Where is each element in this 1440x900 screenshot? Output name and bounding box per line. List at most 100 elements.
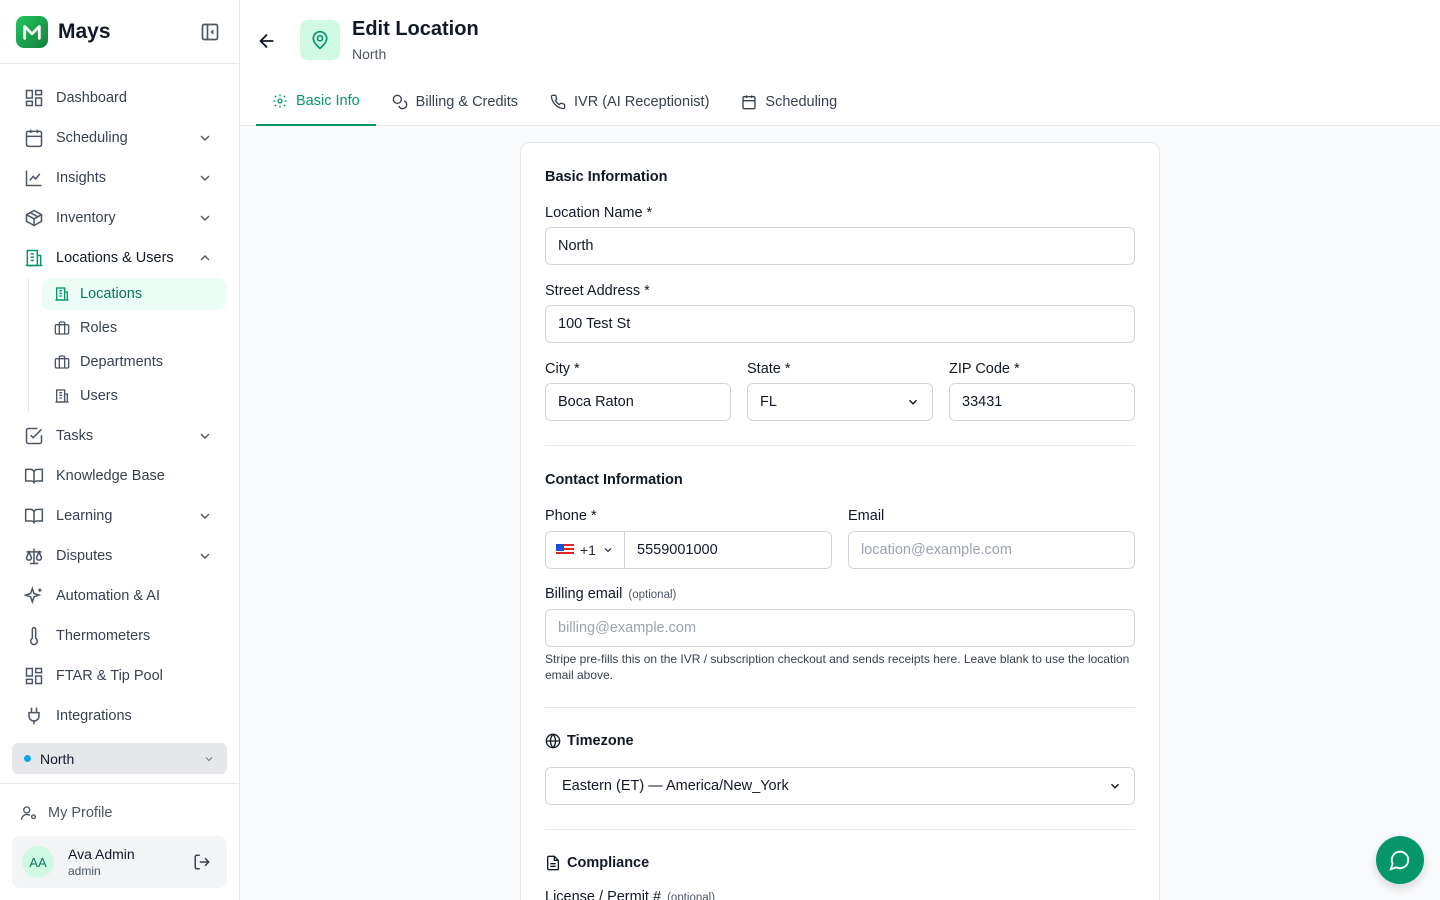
tab-basic-info[interactable]: Basic Info — [256, 78, 376, 126]
chevron-down-icon — [200, 433, 210, 439]
page-title: Edit Location — [352, 18, 479, 40]
chat-button[interactable] — [1376, 836, 1424, 884]
sidebar-subitem-departments[interactable]: Departments — [42, 346, 226, 378]
street-address-label: Street Address * — [545, 283, 650, 299]
location-name-label: Location Name * — [545, 205, 653, 221]
chevron-down-icon — [200, 135, 210, 141]
user-cog-icon — [20, 804, 38, 822]
my-profile-link[interactable]: My Profile — [12, 794, 227, 832]
license-label: License / Permit # (optional) — [545, 889, 715, 900]
section-title-basic: Basic Information — [545, 169, 668, 185]
chevron-down-icon — [200, 175, 210, 181]
license-label-text: License / Permit # — [545, 889, 662, 900]
sidebar-subitem-users[interactable]: Users — [42, 380, 226, 412]
sidebar: Mays Dashboard Scheduling Insights Inven… — [0, 0, 240, 900]
building-icon — [54, 286, 70, 302]
sidebar-item-insights[interactable]: Insights — [0, 158, 239, 198]
chevron-down-icon — [200, 513, 210, 519]
scale-icon — [24, 546, 44, 566]
sidebar-item-label: Learning — [56, 508, 113, 524]
tab-scheduling[interactable]: Scheduling — [725, 78, 853, 126]
phone-input[interactable]: 5559001000 — [625, 532, 831, 568]
section-title-contact: Contact Information — [545, 472, 683, 488]
sidebar-item-ftar-tip-pool[interactable]: FTAR & Tip Pool — [0, 656, 239, 696]
sidebar-subitem-locations[interactable]: Locations — [42, 278, 226, 310]
billing-email-label: Billing email (optional) — [545, 586, 676, 602]
zip-label: ZIP Code * — [949, 361, 1020, 377]
timezone-title-text: Timezone — [567, 733, 634, 749]
status-dot — [24, 755, 31, 762]
phone-icon — [550, 94, 566, 110]
tab-label: IVR (AI Receptionist) — [574, 94, 710, 110]
chevron-down-icon — [908, 399, 918, 405]
mays-logo-icon[interactable] — [16, 15, 48, 48]
sidebar-item-label: Inventory — [56, 210, 116, 226]
sidebar-subitem-roles[interactable]: Roles — [42, 312, 226, 344]
phone-field: +1 5559001000 — [545, 531, 832, 569]
thermometer-icon — [24, 626, 44, 646]
grid-icon — [24, 666, 44, 686]
user-info: Ava Admin admin — [68, 846, 135, 878]
briefcase-icon — [54, 354, 70, 370]
sidebar-item-knowledge-base[interactable]: Knowledge Base — [0, 456, 239, 496]
billing-email-label-text: Billing email — [545, 586, 623, 602]
brand: Mays — [0, 0, 239, 64]
billing-email-input[interactable]: billing@example.com — [545, 609, 1135, 647]
building-icon — [54, 388, 70, 404]
tab-ivr[interactable]: IVR (AI Receptionist) — [534, 78, 725, 126]
sidebar-item-tasks[interactable]: Tasks — [0, 416, 239, 456]
compliance-title-text: Compliance — [567, 855, 650, 871]
sidebar-subitem-label: Roles — [80, 320, 118, 336]
state-label: State * — [747, 361, 791, 377]
sidebar-item-inventory[interactable]: Inventory — [0, 198, 239, 238]
divider — [545, 707, 1135, 708]
sidebar-item-locations-users[interactable]: Locations & Users — [0, 238, 239, 278]
sidebar-item-dashboard[interactable]: Dashboard — [0, 78, 239, 118]
edit-location-form: Basic Information Location Name * North … — [520, 142, 1160, 900]
location-selector[interactable]: North — [12, 743, 227, 774]
location-name-input[interactable]: North — [545, 227, 1135, 265]
box-icon — [24, 208, 44, 228]
briefcase-icon — [54, 320, 70, 336]
chevron-down-icon — [1110, 783, 1120, 789]
sidebar-item-disputes[interactable]: Disputes — [0, 536, 239, 576]
sidebar-item-automation-ai[interactable]: Automation & AI — [0, 576, 239, 616]
globe-icon — [545, 733, 561, 749]
tab-label: Basic Info — [296, 93, 360, 109]
sidebar-item-label: Disputes — [56, 548, 113, 564]
tab-billing-credits[interactable]: Billing & Credits — [376, 78, 534, 126]
chevron-down-icon — [200, 553, 210, 559]
book-icon — [24, 506, 44, 526]
street-address-input[interactable]: 100 Test St — [545, 305, 1135, 343]
sidebar-item-thermometers[interactable]: Thermometers — [0, 616, 239, 656]
optional-hint: (optional) — [667, 892, 716, 900]
avatar[interactable]: AA — [22, 846, 54, 878]
country-code-select[interactable]: +1 — [546, 532, 625, 568]
sidebar-item-label: Knowledge Base — [56, 468, 165, 484]
sidebar-item-integrations[interactable]: Integrations — [0, 696, 239, 736]
line-chart-icon — [24, 168, 44, 188]
timezone-select[interactable]: Eastern (ET) — America/New_York — [545, 767, 1135, 805]
city-input[interactable]: Boca Raton — [545, 383, 731, 421]
state-select[interactable]: FL — [747, 383, 933, 421]
tab-label: Scheduling — [765, 94, 838, 110]
my-profile-label: My Profile — [48, 805, 113, 821]
section-title-compliance: Compliance — [545, 855, 649, 871]
city-label: City * — [545, 361, 580, 377]
gear-icon — [272, 93, 288, 109]
billing-email-help: Stripe pre-fills this on the IVR / subsc… — [545, 652, 1130, 682]
zip-input[interactable]: 33431 — [949, 383, 1135, 421]
checkbox-icon — [24, 426, 44, 446]
sidebar-collapse-icon[interactable] — [197, 19, 223, 45]
back-arrow-icon[interactable] — [256, 30, 278, 52]
logout-icon[interactable] — [193, 853, 211, 871]
country-code-value: +1 — [580, 542, 596, 558]
sidebar-item-learning[interactable]: Learning — [0, 496, 239, 536]
page-subtitle: North — [352, 46, 387, 62]
email-input[interactable]: location@example.com — [848, 531, 1135, 569]
page-header: Edit Location North Basic Info Billing &… — [240, 0, 1440, 126]
app-name: Mays — [58, 19, 111, 43]
sparkles-icon — [24, 586, 44, 606]
sidebar-item-scheduling[interactable]: Scheduling — [0, 118, 239, 158]
document-icon — [545, 855, 561, 871]
